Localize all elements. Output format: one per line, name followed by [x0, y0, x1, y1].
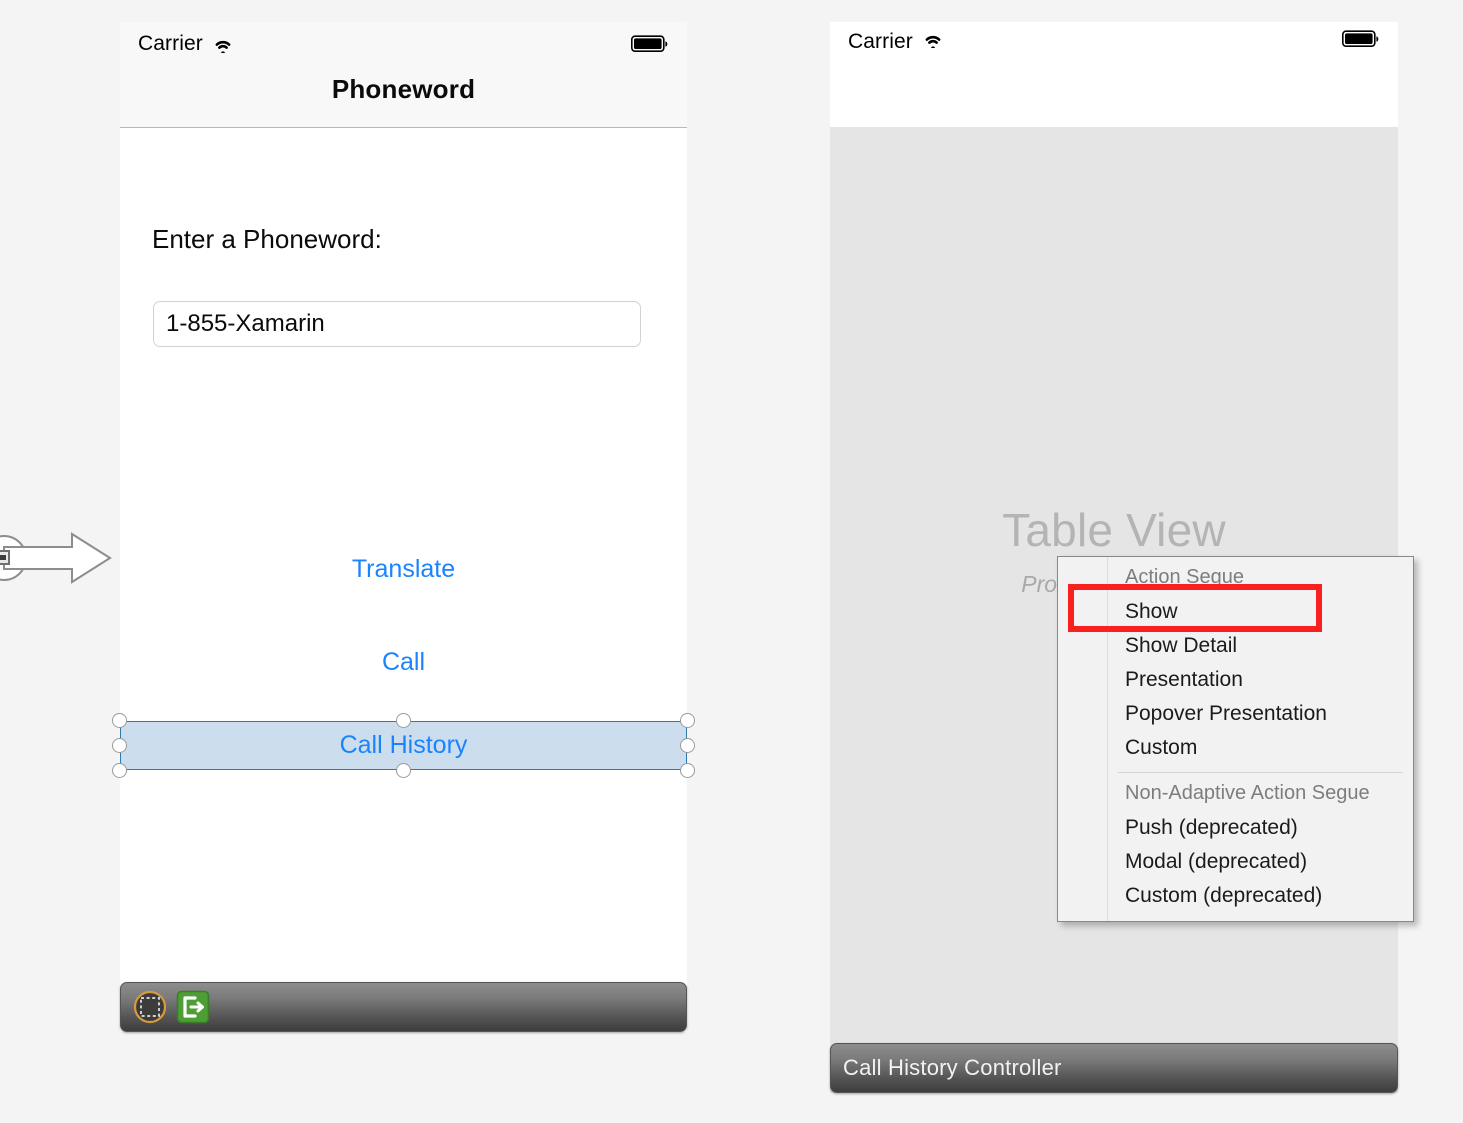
- resize-handle-top-left[interactable]: [112, 713, 127, 728]
- segue-type-context-menu[interactable]: Action Segue Show Show Detail Presentati…: [1057, 556, 1414, 922]
- menu-item-modal-deprecated[interactable]: Modal (deprecated): [1058, 845, 1413, 879]
- wifi-icon: [922, 30, 944, 48]
- menu-item-popover-presentation[interactable]: Popover Presentation: [1058, 697, 1413, 731]
- call-button[interactable]: Call: [120, 648, 687, 677]
- battery-full-icon: [1342, 30, 1380, 48]
- resize-handle-middle-left[interactable]: [112, 738, 127, 753]
- menu-section-header-non-adaptive-action-segue: Non-Adaptive Action Segue: [1125, 782, 1370, 804]
- phoneword-prompt-label: Enter a Phoneword:: [152, 224, 382, 254]
- page-title: Phoneword: [331, 74, 476, 104]
- storyboard-entry-arrow-icon: [0, 532, 112, 584]
- status-bar-phoneword: Carrier: [120, 22, 687, 66]
- battery-full-icon: [631, 35, 669, 53]
- resize-handle-middle-right[interactable]: [680, 738, 695, 753]
- menu-item-custom-deprecated[interactable]: Custom (deprecated): [1058, 879, 1413, 913]
- status-bar-call-history: Carrier: [830, 22, 1398, 127]
- resize-handle-bottom-right[interactable]: [680, 763, 695, 778]
- call-history-button-label: Call History: [339, 731, 468, 759]
- navigation-bar-phoneword: Phoneword: [120, 66, 687, 128]
- table-view-placeholder: Table View Prototype Content: [830, 127, 1398, 598]
- menu-section-header-action-segue: Action Segue: [1125, 566, 1244, 588]
- phoneword-text-field[interactable]: [153, 301, 641, 347]
- wifi-icon: [212, 35, 234, 53]
- table-view-placeholder-title: Table View: [1002, 504, 1226, 556]
- scene-phoneword[interactable]: Carrier Phoneword Enter a Phoneword: Tra…: [112, 22, 695, 1032]
- translate-button[interactable]: Translate: [120, 555, 687, 584]
- phoneword-content-area[interactable]: Enter a Phoneword: Translate Call Call H…: [112, 128, 695, 1032]
- menu-separator: [1118, 772, 1403, 773]
- menu-item-show[interactable]: Show: [1058, 595, 1413, 629]
- menu-item-show-detail[interactable]: Show Detail: [1058, 629, 1413, 663]
- resize-handle-bottom-left[interactable]: [112, 763, 127, 778]
- menu-item-push-deprecated[interactable]: Push (deprecated): [1058, 811, 1413, 845]
- storyboard-entry-point-arrow[interactable]: [0, 528, 118, 588]
- menu-item-presentation[interactable]: Presentation: [1058, 663, 1413, 697]
- carrier-label: Carrier: [138, 32, 203, 55]
- scene-dock-label-call-history: Call History Controller: [843, 1055, 1062, 1080]
- scene-dock-phoneword[interactable]: [120, 982, 687, 1032]
- exit-first-responder-icon[interactable]: [176, 990, 210, 1024]
- resize-handle-top-right[interactable]: [680, 713, 695, 728]
- scene-dock-call-history[interactable]: Call History Controller: [830, 1043, 1398, 1093]
- carrier-label: Carrier: [848, 30, 913, 53]
- view-controller-icon[interactable]: [133, 990, 167, 1024]
- resize-handle-bottom-center[interactable]: [396, 763, 411, 778]
- resize-handle-top-center[interactable]: [396, 713, 411, 728]
- menu-item-custom[interactable]: Custom: [1058, 731, 1413, 765]
